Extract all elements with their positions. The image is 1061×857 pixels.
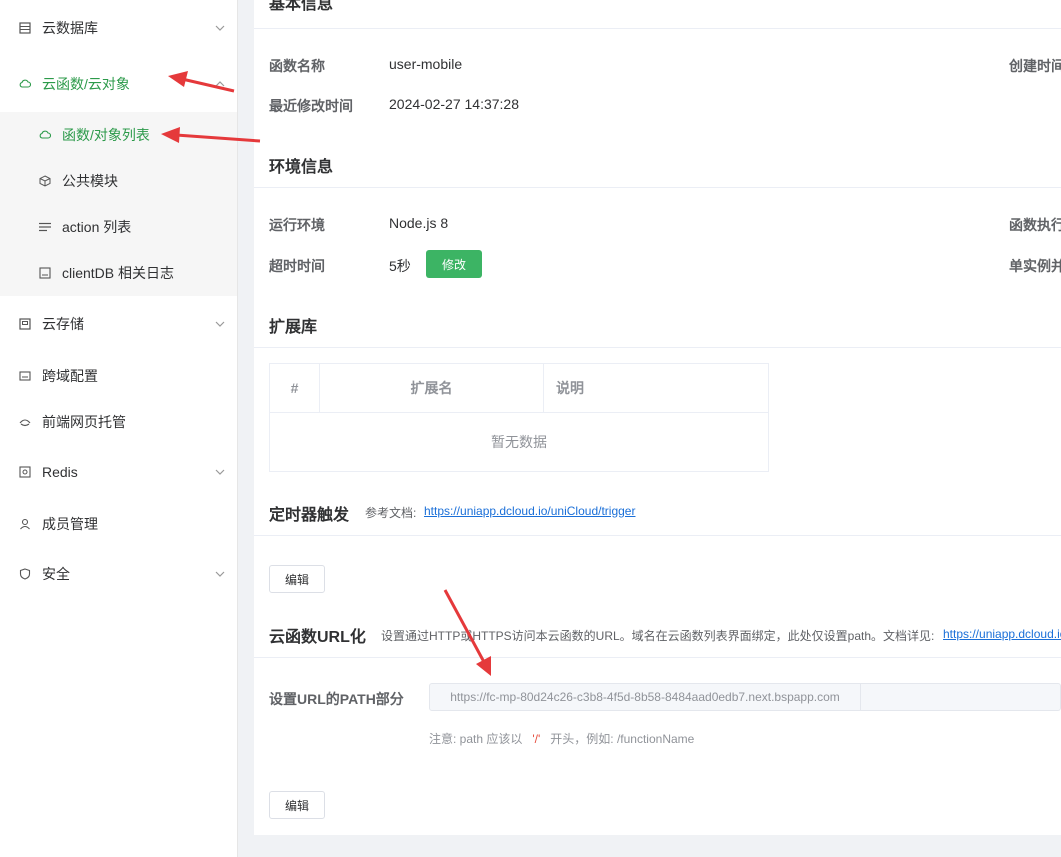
sidebar-item-label: 云函数/云对象 (42, 76, 130, 92)
sidebar-item-storage[interactable]: 云存储 (0, 301, 237, 347)
sidebar-item-label: 前端网页托管 (42, 414, 126, 430)
cloud-functions-submenu: 函数/对象列表 公共模块 action 列表 clientDB 相关日志 (0, 112, 237, 296)
sidebar-item-label: 云数据库 (42, 20, 98, 36)
timeout-label: 超时时间 (269, 258, 325, 274)
url-path-hint: 注意: path 应该以 '/' 开头，例如: /functionName (429, 730, 694, 747)
exec-label: 函数执行 (1009, 217, 1061, 233)
hint-suffix: 开头，例如: /functionName (550, 732, 695, 746)
hosting-icon (18, 415, 32, 429)
url-doc-link[interactable]: https://uniapp.dcloud.io (943, 627, 1061, 641)
log-icon (38, 266, 52, 280)
divider (254, 347, 1061, 348)
chevron-down-icon (215, 469, 225, 475)
storage-icon (18, 317, 32, 331)
timer-doc-prefix: 参考文档: (365, 506, 417, 520)
chevron-down-icon (215, 571, 225, 577)
sidebar-item-members[interactable]: 成员管理 (0, 501, 237, 547)
concurrency-label: 单实例并 (1009, 258, 1061, 274)
url-title: 云函数URL化 (269, 629, 366, 646)
chevron-up-icon (215, 81, 225, 87)
sidebar-item-cors[interactable]: 跨域配置 (0, 353, 237, 399)
divider (254, 28, 1061, 29)
sidebar-item-label: 成员管理 (42, 516, 98, 532)
url-path-label: 设置URL的PATH部分 (269, 691, 404, 707)
edit-timeout-button[interactable]: 修改 (426, 250, 482, 278)
table-header-desc: 说明 (556, 380, 584, 396)
cloud-icon (38, 128, 52, 142)
function-detail-card: 基本信息 函数名称 user-mobile 创建时间 最近修改时间 2024-0… (254, 0, 1061, 835)
hint-prefix: 注意: path 应该以 (429, 732, 523, 746)
table-header-separator (543, 364, 544, 412)
chevron-down-icon (215, 321, 225, 327)
url-desc: 设置通过HTTP或HTTPS访问本云函数的URL。域名在云函数列表界面绑定，此处… (381, 629, 935, 643)
sidebar-item-label: 云存储 (42, 316, 84, 332)
sidebar-item-security[interactable]: 安全 (0, 551, 237, 597)
hint-slash: '/' (532, 732, 541, 746)
cors-icon (18, 369, 32, 383)
submenu-item-clientdb-logs[interactable]: clientDB 相关日志 (0, 250, 237, 296)
divider (254, 187, 1061, 188)
url-path-field[interactable]: https://fc-mp-80d24c26-c3b8-4f5d-8b58-84… (429, 683, 1061, 711)
shield-icon (18, 567, 32, 581)
modified-time-value: 2024-02-27 14:37:28 (389, 96, 519, 112)
modified-time-label: 最近修改时间 (269, 98, 353, 114)
sidebar-item-web-hosting[interactable]: 前端网页托管 (0, 399, 237, 445)
table-header-name: 扩展名 (410, 380, 453, 396)
timeout-value: 5秒 (389, 258, 411, 274)
main-content: 基本信息 函数名称 user-mobile 创建时间 最近修改时间 2024-0… (238, 0, 1061, 857)
created-time-label: 创建时间 (1009, 58, 1061, 74)
url-path-prefix: https://fc-mp-80d24c26-c3b8-4f5d-8b58-84… (430, 684, 861, 710)
cloud-icon (18, 77, 32, 91)
chevron-down-icon (215, 25, 225, 31)
submenu-item-label: 函数/对象列表 (62, 127, 150, 143)
user-icon (18, 517, 32, 531)
function-name-label: 函数名称 (269, 58, 325, 74)
function-name-value: user-mobile (389, 56, 463, 72)
basic-info-title: 基本信息 (269, 0, 334, 13)
sidebar-item-cloud-functions[interactable]: 云函数/云对象 (0, 61, 237, 107)
database-icon (18, 21, 32, 35)
ext-lib-table: # 扩展名 说明 暂无数据 (269, 363, 769, 472)
cube-icon (38, 174, 52, 188)
submenu-item-label: action 列表 (62, 219, 132, 235)
redis-icon (18, 465, 32, 479)
ext-lib-title: 扩展库 (269, 319, 318, 336)
sidebar-item-database[interactable]: 云数据库 (0, 5, 237, 51)
list-icon (38, 220, 52, 234)
submenu-item-common-modules[interactable]: 公共模块 (0, 158, 237, 204)
sidebar-item-redis[interactable]: Redis (0, 449, 237, 495)
divider (254, 535, 1061, 536)
table-empty-text: 暂无数据 (491, 434, 547, 450)
table-header-index: # (290, 380, 299, 396)
sidebar-item-label: 跨域配置 (42, 368, 98, 384)
edit-url-button[interactable]: 编辑 (269, 791, 325, 819)
timer-title: 定时器触发 (269, 507, 350, 524)
sidebar-item-label: 安全 (42, 566, 70, 582)
edit-timer-button[interactable]: 编辑 (269, 565, 325, 593)
runtime-label: 运行环境 (269, 217, 325, 233)
env-info-title: 环境信息 (269, 159, 334, 176)
sidebar: 云数据库 云函数/云对象 函数/对象列表 公共模块 action 列表 clie… (0, 0, 238, 857)
submenu-item-label: 公共模块 (62, 173, 118, 189)
divider (254, 657, 1061, 658)
submenu-item-function-list[interactable]: 函数/对象列表 (0, 112, 237, 158)
submenu-item-label: clientDB 相关日志 (62, 265, 175, 281)
runtime-value: Node.js 8 (389, 215, 449, 231)
submenu-item-action-list[interactable]: action 列表 (0, 204, 237, 250)
sidebar-item-label: Redis (42, 464, 78, 480)
timer-doc-link[interactable]: https://uniapp.dcloud.io/uniCloud/trigge… (424, 504, 635, 518)
